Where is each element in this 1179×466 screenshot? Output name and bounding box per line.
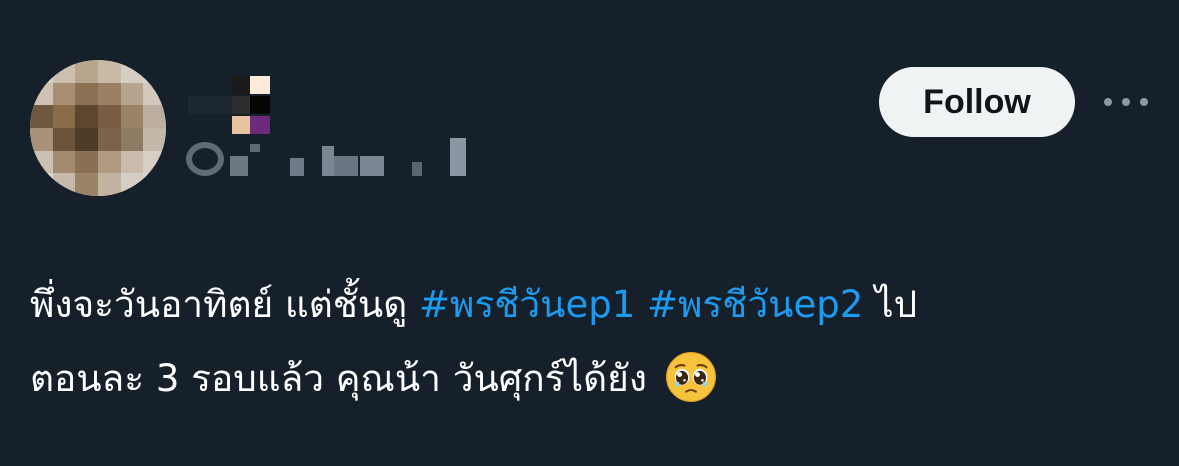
more-dot xyxy=(1104,98,1112,106)
more-horizontal-icon[interactable] xyxy=(1098,82,1154,122)
more-dot xyxy=(1122,98,1130,106)
tweet-text-segment: ตอนละ 3 รอบแล้ว คุณน้า วันศุกร์ได้ยัง xyxy=(30,357,647,400)
pleading-face-emoji xyxy=(665,351,716,402)
tweet-text: พึ่งจะวันอาทิตย์ แต่ชั้นดู #พรชีวันep1 #… xyxy=(30,268,1150,416)
more-dot xyxy=(1140,98,1148,106)
tweet-text-segment: ไป xyxy=(863,283,918,326)
tweet-card: Follow พึ่งจะวันอาทิตย์ แต่ชั้นดู #พรชีว… xyxy=(0,0,1179,466)
tweet-text-line-2: ตอนละ 3 รอบแล้ว คุณน้า วันศุกร์ได้ยัง xyxy=(30,342,1150,416)
user-handle[interactable] xyxy=(186,136,486,180)
avatar[interactable] xyxy=(30,60,166,196)
hashtag-link[interactable]: #พรชีวันep1 xyxy=(419,283,635,326)
follow-button[interactable]: Follow xyxy=(879,67,1075,137)
display-name[interactable] xyxy=(188,76,288,136)
tweet-text-line-1: พึ่งจะวันอาทิตย์ แต่ชั้นดู #พรชีวันep1 #… xyxy=(30,268,1150,342)
tweet-text-segment: พึ่งจะวันอาทิตย์ แต่ชั้นดู xyxy=(30,283,420,326)
hashtag-link[interactable]: #พรชีวันep2 xyxy=(647,283,863,326)
